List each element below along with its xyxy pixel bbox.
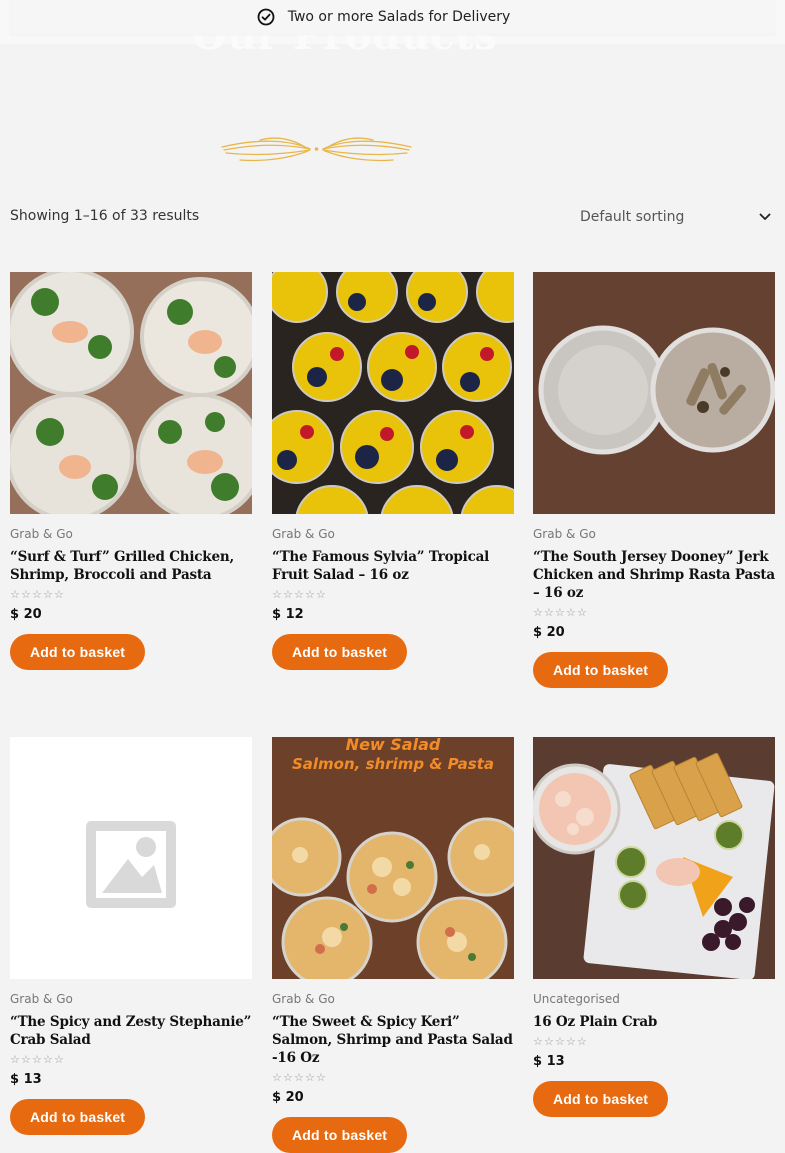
chevron-down-icon [759, 213, 771, 220]
sort-select[interactable]: Default sorting [570, 200, 775, 234]
product-image[interactable]: New Salad Salmon, shrimp & Pasta [272, 737, 514, 979]
star-rating: ☆ ☆ ☆ ☆ ☆ [272, 588, 326, 601]
product-price: $ 13 [10, 1072, 42, 1087]
product-title[interactable]: “The South Jersey Dooney” Jerk Chicken a… [533, 548, 775, 602]
product-card: Grab & Go “Surf & Turf” Grilled Chicken,… [10, 272, 252, 670]
product-category[interactable]: Grab & Go [533, 526, 775, 542]
product-card: New Salad Salmon, shrimp & Pasta Grab & … [272, 737, 514, 1153]
product-category[interactable]: Uncategorised [533, 991, 775, 1007]
notice-text: Two or more Salads for Delivery [287, 9, 511, 25]
add-to-basket-button[interactable]: Add to basket [272, 1117, 408, 1153]
product-price: $ 13 [533, 1054, 565, 1069]
placeholder-image-icon[interactable] [10, 737, 252, 979]
product-card: Grab & Go “The Spicy and Zesty Stephanie… [10, 737, 252, 1135]
add-to-basket-button[interactable]: Add to basket [272, 634, 408, 670]
add-to-basket-button[interactable]: Add to basket [533, 1081, 669, 1117]
product-price: $ 12 [272, 607, 304, 622]
add-to-basket-button[interactable]: Add to basket [10, 1099, 146, 1135]
product-price: $ 20 [10, 607, 42, 622]
result-count: Showing 1–16 of 33 results [10, 208, 200, 224]
star-rating: ☆ ☆ ☆ ☆ ☆ [10, 1053, 64, 1066]
star-rating: ☆ ☆ ☆ ☆ ☆ [10, 588, 64, 601]
product-title[interactable]: “The Famous Sylvia” Tropical Fruit Salad… [272, 548, 514, 584]
product-price: $ 20 [272, 1090, 304, 1105]
star-rating: ☆ ☆ ☆ ☆ ☆ [533, 606, 587, 619]
product-category[interactable]: Grab & Go [10, 526, 252, 542]
star-rating: ☆ ☆ ☆ ☆ ☆ [533, 1035, 587, 1048]
product-image[interactable] [10, 272, 252, 514]
product-category[interactable]: Grab & Go [10, 991, 252, 1007]
product-title[interactable]: “Surf & Turf” Grilled Chicken, Shrimp, B… [10, 548, 252, 584]
product-card: Grab & Go “The South Jersey Dooney” Jerk… [533, 272, 775, 688]
sort-select-value: Default sorting [580, 209, 685, 225]
product-image[interactable] [533, 737, 775, 979]
store-notice: Two or more Salads for Delivery [10, 0, 775, 34]
product-title[interactable]: “The Sweet & Spicy Keri” Salmon, Shrimp … [272, 1013, 514, 1067]
product-image[interactable] [272, 272, 514, 514]
add-to-basket-button[interactable]: Add to basket [533, 652, 669, 688]
check-circle-icon [257, 8, 275, 26]
product-title[interactable]: “The Spicy and Zesty Stephanie” Crab Sal… [10, 1013, 252, 1049]
product-card: Grab & Go “The Famous Sylvia” Tropical F… [272, 272, 514, 670]
product-card: Uncategorised 16 Oz Plain Crab ☆ ☆ ☆ ☆ ☆ $ 1… [533, 737, 775, 1117]
star-rating: ☆ ☆ ☆ ☆ ☆ [272, 1071, 326, 1084]
add-to-basket-button[interactable]: Add to basket [10, 634, 146, 670]
product-category[interactable]: Grab & Go [272, 526, 514, 542]
product-title[interactable]: 16 Oz Plain Crab [533, 1013, 775, 1031]
product-image[interactable] [533, 272, 775, 514]
image-overlay-line2: Salmon, shrimp & Pasta [292, 755, 494, 773]
flourish-divider-icon [221, 137, 412, 162]
image-overlay-line1: New Salad [346, 737, 441, 754]
product-category[interactable]: Grab & Go [272, 991, 514, 1007]
product-price: $ 20 [533, 625, 565, 640]
